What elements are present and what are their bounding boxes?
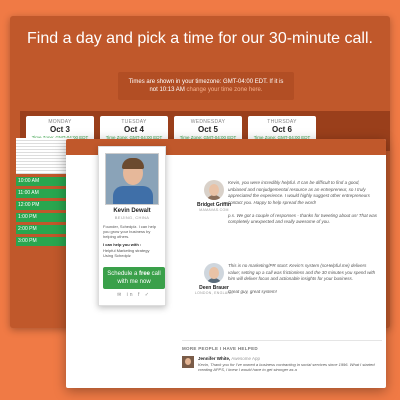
help-heading: I can help you with : [103, 242, 142, 247]
more-company: Awesome App [231, 356, 260, 361]
more-heading: MORE PEOPLE I HAVE HELPED [182, 346, 258, 351]
divider [182, 340, 382, 341]
help-item: Using Schedplz [103, 253, 131, 258]
timezone-note: Times are shown in your timezone: GMT-04… [118, 72, 294, 100]
change-timezone-link[interactable]: change your time zone here. [186, 87, 262, 93]
profile-name: Kevin Dewalt [113, 208, 151, 214]
avatar [204, 263, 224, 283]
avatar [204, 180, 224, 200]
profile-description: Founder, Schedplz. I can help you grow y… [103, 224, 156, 239]
avatar [105, 153, 159, 205]
more-quote: Kevin, Thank you for I've owned a busine… [198, 362, 375, 372]
avatar [182, 356, 194, 368]
day-date: Oct 4 [123, 125, 144, 134]
profile-card: Kevin Dewalt BEIJING, CHINA Founder, Sch… [98, 146, 166, 306]
scheduler-title: Find a day and pick a time for our 30-mi… [27, 30, 373, 47]
more-author: Jennifer White, Awesome App [198, 356, 260, 361]
button-free-text: free [139, 271, 151, 277]
day-date: Oct 5 [197, 125, 218, 134]
day-date: Oct 6 [271, 125, 292, 134]
day-date: Oct 3 [49, 125, 70, 134]
schedule-call-button[interactable]: Schedule a free call with me now [103, 267, 165, 289]
button-text: Schedule a [107, 271, 139, 277]
help-list: Helpful Marketing strategy Using Schedpl… [99, 247, 165, 258]
social-icons[interactable]: ✉ in f ✓ [103, 292, 165, 298]
testimonial-quote: Kevin, you were incredibly helpful. It c… [228, 180, 377, 224]
more-name: Jennifer White, [198, 356, 231, 361]
testimonial-quote: This is no marketing/PR stunt: Kevin's s… [228, 263, 376, 294]
